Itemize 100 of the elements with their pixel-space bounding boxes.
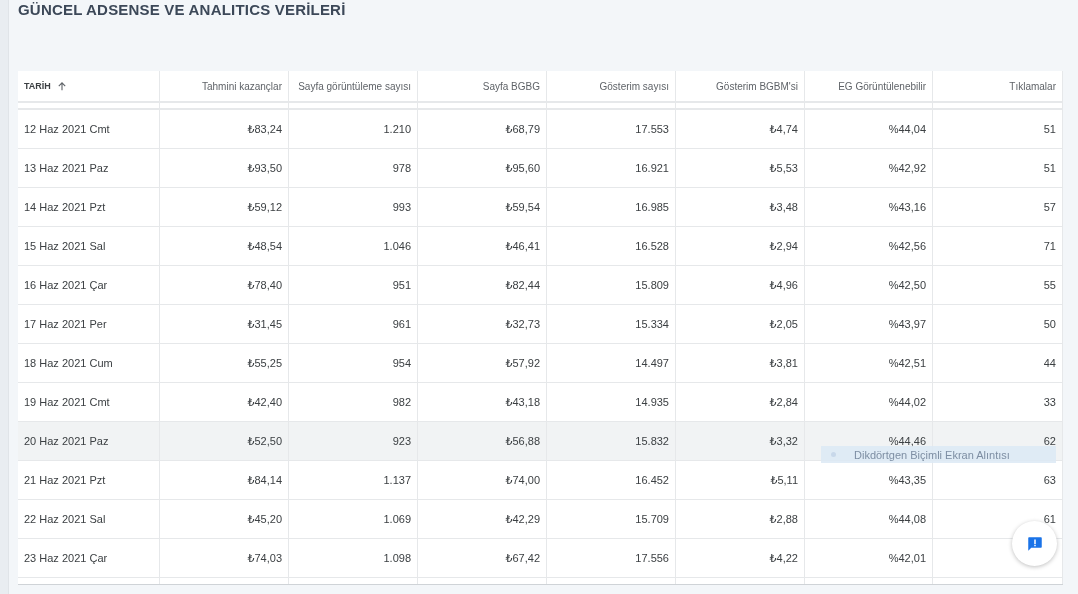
- table-cell: ₺2,88: [769, 512, 798, 526]
- column-header[interactable]: Gösterim sayısı: [547, 71, 676, 101]
- table-row[interactable]: 14 Haz 2021 Pzt ₺59,12 993 ₺59,54 16.985 ₺3,48 %43,16 57: [18, 188, 1063, 227]
- table-cell: ₺5,53: [769, 161, 798, 175]
- date-cell: 18 Haz 2021 Cum: [24, 357, 113, 369]
- table-cell: 1.069: [383, 513, 411, 525]
- table-cell: ₺2,94: [769, 239, 798, 253]
- table-cell: ₺42,29: [505, 512, 540, 526]
- table-cell: 14.935: [635, 396, 669, 408]
- table-cell: ₺82,44: [505, 278, 540, 292]
- table-row[interactable]: 17 Haz 2021 Per ₺31,45 961 ₺32,73 15.334 ₺2,05 %43,97 50: [18, 305, 1063, 344]
- table-cell: 15.709: [635, 513, 669, 525]
- date-cell: 20 Haz 2021 Paz: [24, 435, 109, 447]
- table-cell: ₺93,50: [247, 161, 282, 175]
- table-cell: ₺56,88: [505, 434, 540, 448]
- table-cell: ₺78,40: [247, 278, 282, 292]
- table-cell: 15.809: [635, 279, 669, 291]
- table-cell: 62: [1043, 435, 1056, 447]
- table-cell: 17.553: [635, 123, 669, 135]
- date-cell: 23 Haz 2021 Çar: [24, 552, 108, 564]
- table-cell: ₺52,50: [247, 434, 282, 448]
- column-header[interactable]: Sayfa görüntüleme sayısı: [289, 71, 418, 101]
- table-cell: ₺4,74: [769, 122, 798, 136]
- table-cell: %43,16: [888, 201, 926, 213]
- table-cell: ₺3,32: [769, 434, 798, 448]
- date-cell: 15 Haz 2021 Sal: [24, 240, 106, 252]
- table-cell: %42,92: [888, 162, 926, 174]
- table-cell: ₺68,79: [505, 122, 540, 136]
- tooltip-text: Dikdörtgen Biçimli Ekran Alıntısı: [854, 448, 1010, 461]
- table-row[interactable]: 15 Haz 2021 Sal ₺48,54 1.046 ₺46,41 16.528 ₺2,94 %42,56 71: [18, 227, 1063, 266]
- date-cell: 19 Haz 2021 Cmt: [24, 396, 110, 408]
- table-cell: 16.452: [635, 474, 669, 486]
- table-cell: 51: [1043, 162, 1056, 174]
- date-cell: 21 Haz 2021 Pzt: [24, 474, 106, 486]
- table-row[interactable]: 16 Haz 2021 Çar ₺78,40 951 ₺82,44 15.809 ₺4,96 %42,50 55: [18, 266, 1063, 305]
- table-cell: ₺2,05: [769, 317, 798, 331]
- table-cell: 961: [392, 318, 411, 330]
- date-cell: 13 Haz 2021 Paz: [24, 162, 109, 174]
- table-cell: ₺83,24: [247, 122, 282, 136]
- table-cell: 15.334: [635, 318, 669, 330]
- date-cell: 14 Haz 2021 Pzt: [24, 201, 106, 213]
- table-cell: %44,46: [888, 435, 926, 447]
- table-cell: 1.046: [383, 240, 411, 252]
- table-cell: 14.497: [635, 357, 669, 369]
- table-cell: 982: [392, 396, 411, 408]
- table-cell: 71: [1043, 240, 1056, 252]
- table-cell: 978: [392, 162, 411, 174]
- table-cell: ₺74,03: [247, 551, 282, 565]
- table-cell: ₺32,73: [505, 317, 540, 331]
- table-cell: 993: [392, 201, 411, 213]
- table-cell: ₺59,12: [247, 200, 282, 214]
- table-cell: 1.210: [383, 123, 411, 135]
- table-cell: ₺42,40: [247, 395, 282, 409]
- table-cell: ₺84,14: [247, 473, 282, 487]
- table-cell: 954: [392, 357, 411, 369]
- table-cell: ₺2,84: [769, 395, 798, 409]
- table-cell: 1.137: [383, 474, 411, 486]
- table-cell: %42,50: [888, 279, 926, 291]
- table-cell: 44: [1043, 357, 1056, 369]
- date-cell: 12 Haz 2021 Cmt: [24, 123, 110, 135]
- table-cell: ₺4,96: [769, 278, 798, 292]
- table-row[interactable]: 18 Haz 2021 Cum ₺55,25 954 ₺57,92 14.497 ₺3,81 %42,51 44: [18, 344, 1063, 383]
- table-cell: ₺67,42: [505, 551, 540, 565]
- table-cell: 1.098: [383, 552, 411, 564]
- table-cell: 923: [392, 435, 411, 447]
- table-cell: 63: [1043, 474, 1056, 486]
- feedback-icon: [1025, 534, 1044, 553]
- table-cell: 16.528: [635, 240, 669, 252]
- table-cell: 57: [1043, 201, 1056, 213]
- table-cell: ₺43,18: [505, 395, 540, 409]
- table-cell: %43,35: [888, 474, 926, 486]
- table-cell: ₺5,11: [770, 473, 798, 487]
- column-header[interactable]: Tahmini kazançlar: [160, 71, 289, 101]
- page-title: GÜNCEL ADSENSE VE ANALITICS VERİLERİ: [18, 0, 347, 20]
- column-header[interactable]: EG Görüntülenebilir: [805, 71, 933, 101]
- table-row[interactable]: 12 Haz 2021 Cmt ₺83,24 1.210 ₺68,79 17.553 ₺4,74 %44,04 51: [18, 110, 1063, 149]
- date-cell: 17 Haz 2021 Per: [24, 318, 107, 330]
- table-cell: %42,56: [888, 240, 926, 252]
- date-cell: 16 Haz 2021 Çar: [24, 279, 108, 291]
- table-cell: %44,02: [888, 396, 926, 408]
- column-header[interactable]: TARİH: [18, 71, 160, 101]
- date-cell: 22 Haz 2021 Sal: [24, 513, 106, 525]
- table-row[interactable]: 13 Haz 2021 Paz ₺93,50 978 ₺95,60 16.921 ₺5,53 %42,92 51: [18, 149, 1063, 188]
- table-cell: 16.985: [635, 201, 669, 213]
- table-cell: 51: [1043, 123, 1056, 135]
- table-cell: 61: [1043, 513, 1056, 525]
- column-header[interactable]: Gösterim BGBM'si: [676, 71, 805, 101]
- table-cell: 951: [392, 279, 411, 291]
- table-cell: ₺55,25: [247, 356, 282, 370]
- table-cell: ₺46,41: [505, 239, 540, 253]
- table-cell: ₺59,54: [505, 200, 540, 214]
- table-cell: ₺45,20: [247, 512, 282, 526]
- table-cell: ₺95,60: [505, 161, 540, 175]
- table-cell: %44,08: [888, 513, 926, 525]
- column-header[interactable]: Sayfa BGBG: [418, 71, 547, 101]
- table-cell: 50: [1043, 318, 1056, 330]
- table-cell: ₺3,81: [769, 356, 798, 370]
- table-cell: 55: [1043, 279, 1056, 291]
- table-cell: %43,97: [888, 318, 926, 330]
- column-header[interactable]: Tıklamalar: [933, 71, 1063, 101]
